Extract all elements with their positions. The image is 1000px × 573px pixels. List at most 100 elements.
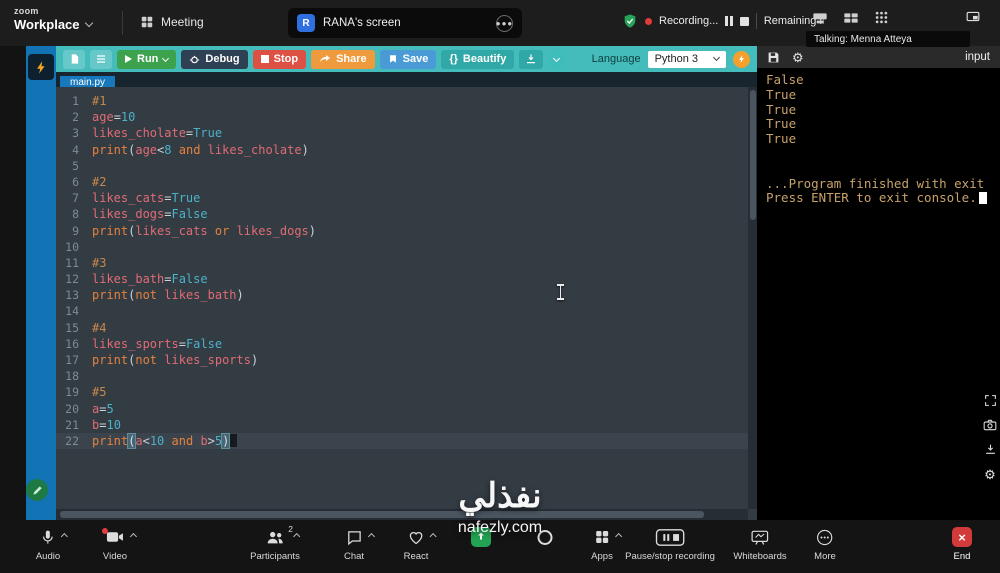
code-line[interactable]: 12 likes_bath=False xyxy=(56,271,748,287)
code-lines: 1 #1 2 age=10 3 likes_cholate=True 4 print(age<… xyxy=(56,93,748,450)
tab-ranas-screen[interactable]: R RANA's screen ●●● xyxy=(288,8,522,38)
code-line[interactable]: 4 print(age<8 and likes_cholate) xyxy=(56,142,748,158)
video-icon xyxy=(101,527,138,547)
braces-icon: {} xyxy=(449,53,458,65)
editor-tab-bar: main.py xyxy=(56,72,757,90)
chevron-up-icon[interactable] xyxy=(60,532,69,541)
stop-recording-icon[interactable] xyxy=(739,16,749,26)
line-number: 21 xyxy=(65,417,79,432)
code-line[interactable]: 21 b=10 xyxy=(56,417,748,433)
line-number: 7 xyxy=(72,191,79,206)
console-input-label[interactable]: input xyxy=(965,51,990,63)
code-line[interactable]: 6 #2 xyxy=(56,174,748,190)
code-line[interactable]: 8 likes_dogs=False xyxy=(56,206,748,222)
gallery-view-icon[interactable] xyxy=(843,11,859,25)
run-button[interactable]: Run xyxy=(117,49,177,69)
code-line[interactable]: 9 print(likes_cats or likes_dogs) xyxy=(56,223,748,239)
code-line[interactable]: 3 likes_cholate=True xyxy=(56,125,748,141)
tab-meeting[interactable]: Meeting xyxy=(140,15,204,29)
code-line[interactable]: 10 xyxy=(56,239,748,255)
chevron-up-icon[interactable] xyxy=(367,532,375,541)
more-options-icon[interactable]: ●●● xyxy=(496,14,513,32)
react-button[interactable]: React xyxy=(404,527,437,562)
video-button[interactable]: Video xyxy=(101,527,138,562)
beautify-button[interactable]: {} Beautify xyxy=(441,49,515,69)
camera-icon[interactable] xyxy=(983,419,997,431)
save-button[interactable]: Save xyxy=(379,49,437,69)
fullscreen-icon[interactable] xyxy=(984,394,997,407)
zoom-brand[interactable]: zoom Workplace xyxy=(14,6,93,32)
list-icon-button[interactable] xyxy=(90,49,112,69)
whiteboards-button[interactable]: Whiteboards xyxy=(733,527,787,562)
horizontal-scrollbar[interactable] xyxy=(56,509,748,520)
chevron-up-icon[interactable] xyxy=(292,532,301,541)
end-button[interactable]: × End xyxy=(952,527,972,562)
stop-button[interactable]: Stop xyxy=(252,49,307,69)
zoom-top-bar: zoom Workplace Meeting R RANA's screen ●… xyxy=(0,0,1000,47)
annotate-button[interactable] xyxy=(26,479,48,501)
vertical-scrollbar[interactable] xyxy=(748,87,757,509)
download-icon[interactable] xyxy=(984,443,997,456)
code-line[interactable]: 22 print(a<10 and b>5) xyxy=(56,432,748,450)
chat-label: Chat xyxy=(343,551,365,562)
code-line[interactable]: 14 xyxy=(56,303,748,319)
code-line[interactable]: 18 xyxy=(56,368,748,384)
code-line[interactable]: 20 a=5 xyxy=(56,401,748,417)
pause-recording-icon[interactable] xyxy=(725,16,733,26)
console-output[interactable]: False True True True True ...Program finished… xyxy=(757,68,1000,520)
talking-indicator: Talking: Menna Atteya xyxy=(806,31,970,47)
code-line[interactable]: 13 print(not likes_bath) xyxy=(56,287,748,303)
upgrade-bolt-icon[interactable] xyxy=(733,50,750,68)
recording-label: Recording... xyxy=(659,15,719,27)
participants-button[interactable]: 2 Participants xyxy=(250,524,301,562)
pause-stop-recording-icon xyxy=(655,527,685,547)
more-button[interactable]: More xyxy=(814,527,836,562)
code-line[interactable]: 11 #3 xyxy=(56,255,748,271)
apps-button[interactable]: Apps xyxy=(591,527,623,562)
save-file-icon[interactable] xyxy=(767,51,780,64)
code-line[interactable]: 19 #5 xyxy=(56,384,748,400)
language-select[interactable]: Python 3 xyxy=(647,50,726,68)
share-button[interactable]: Share xyxy=(311,49,375,69)
security-shield-icon[interactable] xyxy=(622,13,638,29)
share-icon xyxy=(320,55,331,63)
code-line[interactable]: 16 likes_sports=False xyxy=(56,336,748,352)
file-icon-button[interactable] xyxy=(63,49,85,69)
console-line: True xyxy=(766,131,797,147)
line-number: 19 xyxy=(65,385,79,400)
chevron-up-icon[interactable] xyxy=(429,532,437,541)
code-line[interactable]: 2 age=10 xyxy=(56,109,748,125)
divider xyxy=(122,11,123,35)
code-text: b=10 xyxy=(92,417,121,432)
chevron-down-icon xyxy=(712,53,721,62)
code-line[interactable]: 5 xyxy=(56,158,748,174)
code-line[interactable]: 15 #4 xyxy=(56,320,748,336)
chat-button[interactable]: Chat xyxy=(343,527,375,562)
toolbar-item-obscured[interactable] xyxy=(537,527,553,547)
download-button[interactable] xyxy=(519,49,544,69)
meeting-icon xyxy=(141,16,153,28)
chevron-up-icon[interactable] xyxy=(129,532,138,541)
bookmark-icon xyxy=(389,55,396,63)
debug-button[interactable]: Debug xyxy=(181,49,248,69)
speaker-view-icon[interactable] xyxy=(812,11,828,25)
settings-gear-icon[interactable]: ⚙ xyxy=(984,468,996,481)
audio-button[interactable]: Audio xyxy=(36,527,69,562)
share-screen-button[interactable] xyxy=(471,527,491,547)
code-editor[interactable]: 1 #1 2 age=10 3 likes_cholate=True 4 print(age<… xyxy=(56,87,748,509)
ide-logo[interactable] xyxy=(28,54,54,80)
pause-stop-recording-button[interactable]: Pause/stop recording xyxy=(625,527,715,562)
minimize-window-icon[interactable] xyxy=(966,11,980,22)
code-line[interactable]: 7 likes_cats=True xyxy=(56,190,748,206)
line-number: 4 xyxy=(72,142,79,157)
chevron-up-icon[interactable] xyxy=(614,532,623,541)
play-icon xyxy=(125,55,132,63)
code-line[interactable]: 17 print(not likes_sports) xyxy=(56,352,748,368)
console-line: Press ENTER to exit console. xyxy=(766,191,991,206)
gear-icon[interactable]: ⚙ xyxy=(792,51,804,64)
code-line[interactable]: 1 #1 xyxy=(56,93,748,109)
grid-view-icon[interactable] xyxy=(874,10,889,25)
screen-gutter xyxy=(0,46,26,520)
ide-main: Run Debug Stop Share Save {} Beautify La… xyxy=(56,46,757,520)
download-options-button[interactable] xyxy=(548,49,566,69)
